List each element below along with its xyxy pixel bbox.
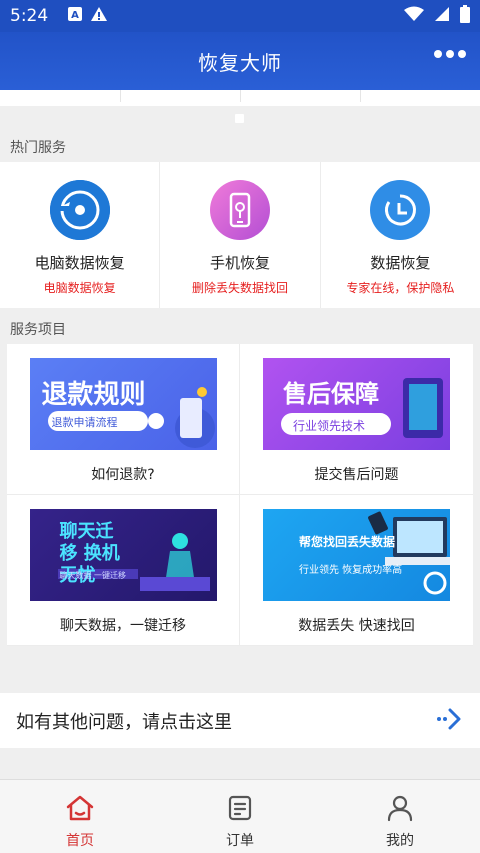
- bottom-tab-bar: 首页 订单 我的: [0, 779, 480, 853]
- phone-icon: [209, 180, 270, 240]
- warning-icon: [90, 6, 108, 27]
- service-item-aftersales[interactable]: 售后保障 行业领先技术 提交售后问题: [240, 344, 473, 495]
- aftersales-card-title: 售后保障: [283, 380, 379, 408]
- aftersales-card-image: 售后保障 行业领先技术: [263, 358, 450, 450]
- aftersales-card-sub: 行业领先技术: [293, 419, 366, 433]
- clock-icon: [370, 180, 431, 240]
- user-icon: [385, 794, 415, 826]
- data-lost-card-sub: 行业领先 恢复成功率高: [299, 565, 403, 576]
- hot-item-name: 电脑数据恢复: [34, 254, 125, 272]
- service-section-title: 服务项目: [10, 322, 66, 338]
- tab-label: 首页: [66, 833, 94, 849]
- carousel-indicator: [0, 106, 480, 136]
- hot-item-phone-recovery[interactable]: 手机恢复 删除丢失数据找回: [160, 162, 321, 308]
- refund-card-image: 退款规则 退款申请流程: [29, 358, 217, 450]
- hot-services: 电脑数据恢复 电脑数据恢复 手机恢复 删除丢失数据找回 数据恢复 专家在线，保护…: [0, 162, 480, 308]
- service-label: 提交售后问题: [314, 467, 399, 483]
- svg-text:A: A: [71, 10, 79, 21]
- home-icon: [65, 794, 95, 826]
- contact-text: 如有其他问题，请点击这里: [16, 711, 232, 733]
- data-lost-card-image: 帮您找回丢失数据 行业领先 恢复成功率高: [263, 509, 450, 601]
- hot-item-sub: 专家在线，保护隐私: [346, 281, 455, 295]
- chat-migrate-card-sub: 聊天数据 一键迁移: [59, 571, 127, 580]
- order-icon: [225, 794, 255, 826]
- hot-item-sub: 删除丢失数据找回: [191, 281, 288, 295]
- banner-carousel[interactable]: [0, 90, 480, 106]
- hot-section-title: 热门服务: [10, 140, 66, 156]
- hot-item-name: 数据恢复: [370, 254, 431, 272]
- service-label: 聊天数据，一键迁移: [60, 618, 186, 634]
- disc-restore-icon: [49, 180, 110, 240]
- page-title: 恢复大师: [198, 50, 282, 75]
- service-label: 如何退款?: [91, 467, 155, 483]
- tab-profile[interactable]: 我的: [320, 780, 480, 853]
- service-item-refund[interactable]: 退款规则 退款申请流程 如何退款?: [7, 344, 240, 495]
- refund-card-title: 退款规则: [41, 380, 146, 410]
- double-chevron-right-icon: [436, 708, 464, 734]
- wifi-icon: [404, 6, 424, 27]
- data-lost-card-title: 帮您找回丢失数据: [299, 535, 396, 549]
- service-item-data-lost[interactable]: 帮您找回丢失数据 行业领先 恢复成功率高 数据丢失 快速找回: [240, 495, 473, 646]
- hot-item-name: 手机恢复: [209, 254, 270, 272]
- status-time: 5:24: [10, 6, 49, 26]
- tab-home[interactable]: 首页: [0, 780, 160, 853]
- tab-orders[interactable]: 订单: [160, 780, 320, 853]
- tab-label: 订单: [226, 833, 254, 849]
- hot-item-data-recovery[interactable]: 数据恢复 专家在线，保护隐私: [321, 162, 480, 308]
- status-bar: 5:24 A: [0, 0, 480, 32]
- chat-migrate-card-image: 聊天迁移 换机无忧 聊天数据 一键迁移: [29, 509, 217, 601]
- more-menu-icon[interactable]: [434, 50, 466, 58]
- contact-support-row[interactable]: 如有其他问题，请点击这里: [0, 693, 480, 748]
- hot-item-computer-recovery[interactable]: 电脑数据恢复 电脑数据恢复: [0, 162, 161, 308]
- hot-item-sub: 电脑数据恢复: [43, 281, 116, 295]
- service-grid: 退款规则 退款申请流程 如何退款? 售后保障 行业领先技术 提交售后问题 聊天迁…: [7, 344, 473, 646]
- keyboard-a-icon: A: [68, 6, 83, 26]
- service-item-chat-migrate[interactable]: 聊天迁移 换机无忧 聊天数据 一键迁移 聊天数据，一键迁移: [7, 495, 240, 646]
- app-bar: 恢复大师: [0, 32, 480, 90]
- service-label: 数据丢失 快速找回: [298, 618, 415, 634]
- cell-signal-icon: [434, 6, 450, 27]
- battery-icon: [460, 4, 470, 28]
- refund-card-sub: 退款申请流程: [51, 416, 118, 429]
- tab-label: 我的: [386, 833, 414, 849]
